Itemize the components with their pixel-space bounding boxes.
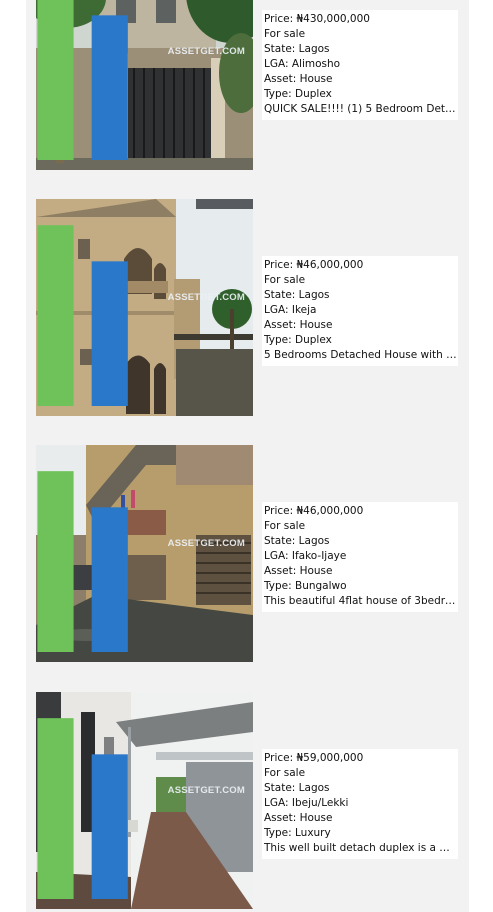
listing-status: For sale <box>264 767 306 779</box>
listing-status: For sale <box>264 28 306 40</box>
listing-info: Price: ₦46,000,000 For sale State: Lagos… <box>262 256 458 366</box>
assetget-logo-icon <box>37 225 128 406</box>
listing-lga: LGA: Alimosho <box>264 58 341 70</box>
listing-description[interactable]: This beautiful 4flat house of 3bedroom e… <box>264 594 458 609</box>
listings-page: ASSETGET.COM Price: ₦430,000,000 For sal… <box>26 0 469 912</box>
listing-status: For sale <box>264 520 306 532</box>
listing-photo[interactable]: ASSETGET.COM <box>36 445 253 662</box>
listing-card: ASSETGET.COM Price: ₦430,000,000 For sal… <box>36 0 459 170</box>
listing-description[interactable]: 5 Bedrooms Detached House with 3 Bedroom… <box>264 348 458 363</box>
listing-type: Type: Duplex <box>264 334 332 346</box>
watermark: ASSETGET.COM <box>36 692 245 899</box>
watermark-text: ASSETGET.COM <box>167 46 245 57</box>
listing-price: Price: ₦46,000,000 <box>264 505 364 517</box>
listing-type: Type: Bungalwo <box>264 580 347 592</box>
listing-type: Type: Duplex <box>264 88 332 100</box>
listing-state: State: Lagos <box>264 289 330 301</box>
listing-photo[interactable]: ASSETGET.COM <box>36 199 253 416</box>
assetget-logo-icon <box>37 471 128 652</box>
listing-info: Price: ₦430,000,000 For sale State: Lago… <box>262 10 458 120</box>
listing-price: Price: ₦46,000,000 <box>264 259 364 271</box>
listing-lga: LGA: Ibeju/Lekki <box>264 797 349 809</box>
watermark-text: ASSETGET.COM <box>167 785 245 796</box>
listing-asset: Asset: House <box>264 565 333 577</box>
listing-asset: Asset: House <box>264 319 333 331</box>
listing-asset: Asset: House <box>264 812 333 824</box>
listing-asset: Asset: House <box>264 73 333 85</box>
watermark: ASSETGET.COM <box>36 445 245 652</box>
listing-photo[interactable]: ASSETGET.COM <box>36 692 253 909</box>
watermark-text: ASSETGET.COM <box>167 538 245 549</box>
listing-lga: LGA: Ikeja <box>264 304 317 316</box>
listing-card: ASSETGET.COM Price: ₦46,000,000 For sale… <box>36 445 459 662</box>
assetget-logo-icon <box>37 0 128 160</box>
listing-price: Price: ₦59,000,000 <box>264 752 364 764</box>
listing-description[interactable]: This well built detach duplex is a mini … <box>264 841 458 856</box>
listing-card: ASSETGET.COM Price: ₦59,000,000 For sale… <box>36 692 459 909</box>
listing-info: Price: ₦59,000,000 For sale State: Lagos… <box>262 749 458 859</box>
listing-photo[interactable]: ASSETGET.COM <box>36 0 253 170</box>
listing-state: State: Lagos <box>264 43 330 55</box>
listing-info: Price: ₦46,000,000 For sale State: Lagos… <box>262 502 458 612</box>
assetget-logo-icon <box>37 718 128 899</box>
listing-status: For sale <box>264 274 306 286</box>
listing-description[interactable]: QUICK SALE!!!! (1) 5 Bedroom Detached Du… <box>264 102 458 117</box>
listing-type: Type: Luxury <box>264 827 331 839</box>
listing-lga: LGA: Ifako-Ijaye <box>264 550 347 562</box>
watermark: ASSETGET.COM <box>36 199 245 406</box>
listing-price: Price: ₦430,000,000 <box>264 13 370 25</box>
listing-state: State: Lagos <box>264 535 330 547</box>
listing-state: State: Lagos <box>264 782 330 794</box>
watermark-text: ASSETGET.COM <box>167 292 245 303</box>
listing-card: ASSETGET.COM Price: ₦46,000,000 For sale… <box>36 199 459 416</box>
watermark: ASSETGET.COM <box>36 0 245 160</box>
